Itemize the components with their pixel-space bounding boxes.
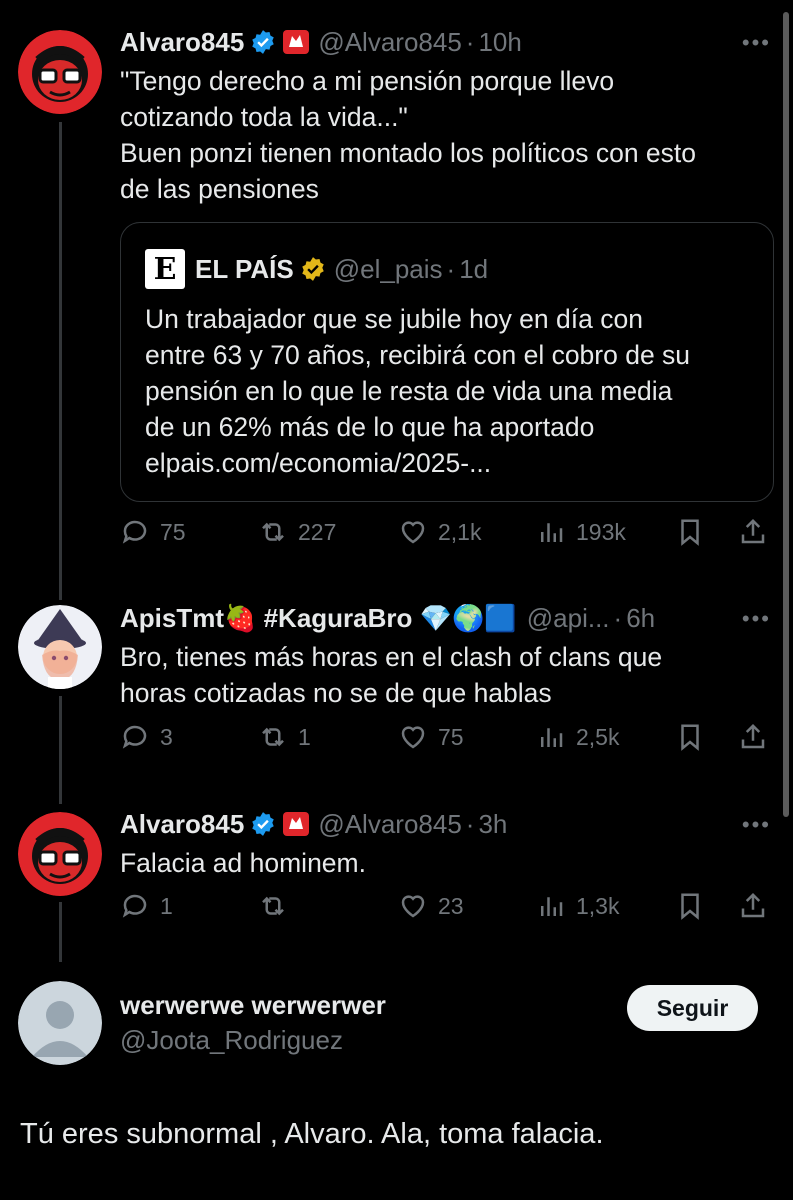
verified-gold-icon xyxy=(302,257,324,281)
author-handle[interactable]: @Alvaro845 xyxy=(318,809,461,840)
reply-text: Tú eres subnormal , Alvaro. Ala, toma fa… xyxy=(20,1118,604,1150)
thread-line xyxy=(59,696,62,804)
share-button[interactable] xyxy=(738,722,768,752)
like-icon xyxy=(401,726,425,749)
repost-icon xyxy=(262,896,284,916)
author-name[interactable]: Alvaro845 xyxy=(120,27,244,58)
post-actions: 1 23 1,3k xyxy=(120,891,775,931)
post-time[interactable]: 6h xyxy=(626,603,655,634)
reply-icon xyxy=(122,520,147,544)
author-handle[interactable]: @Joota_Rodriguez xyxy=(120,1025,343,1056)
repost-button[interactable]: 227 xyxy=(258,517,336,547)
bookmark-button[interactable] xyxy=(675,891,705,921)
verified-blue-icon xyxy=(252,812,275,836)
views-button[interactable]: 193k xyxy=(536,517,626,547)
repost-icon xyxy=(262,522,284,542)
avatar[interactable] xyxy=(18,30,102,114)
post-actions: 3 1 75 2,5k xyxy=(120,722,775,762)
views-button[interactable]: 1,3k xyxy=(536,891,619,921)
views-button[interactable]: 2,5k xyxy=(536,722,619,752)
quote-time: 1d xyxy=(459,253,489,284)
views-icon xyxy=(541,523,563,542)
badge-icon xyxy=(283,812,310,836)
separator: · xyxy=(465,808,475,839)
reply-icon xyxy=(122,894,147,918)
like-button[interactable]: 2,1k xyxy=(398,517,481,547)
reply-button[interactable]: 3 xyxy=(120,722,173,752)
reply-button[interactable]: 1 xyxy=(120,891,173,921)
views-icon xyxy=(541,897,563,916)
views-icon xyxy=(541,728,563,747)
el-pais-logo: E xyxy=(145,249,185,289)
repost-button[interactable] xyxy=(258,891,298,921)
share-icon xyxy=(741,892,765,918)
scrollbar[interactable] xyxy=(783,12,789,817)
share-icon xyxy=(741,723,765,749)
share-button[interactable] xyxy=(738,891,768,921)
author-name[interactable]: werwerwe werwerwer xyxy=(120,990,386,1021)
separator: · xyxy=(613,602,623,633)
thread-line xyxy=(59,122,62,600)
like-button[interactable]: 75 xyxy=(398,722,464,752)
bookmark-button[interactable] xyxy=(675,517,705,547)
bookmark-icon xyxy=(681,893,699,920)
bookmark-icon xyxy=(681,519,699,546)
like-button[interactable]: 23 xyxy=(398,891,464,921)
more-icon[interactable]: ••• xyxy=(742,606,771,632)
quote-author-name: EL PAÍS xyxy=(195,253,294,284)
reply-button[interactable]: 75 xyxy=(120,517,186,547)
post-text: Falacia ad hominem. xyxy=(120,848,366,878)
avatar[interactable] xyxy=(18,812,102,896)
share-button[interactable] xyxy=(738,517,768,547)
post-actions: 75 227 2,1k 193k xyxy=(120,517,775,557)
quoted-post[interactable]: E EL PAÍS @el_pais · 1d Un trabajador qu… xyxy=(120,222,774,502)
verified-blue-icon xyxy=(252,30,275,54)
author-handle[interactable]: @api... xyxy=(527,603,610,634)
like-icon xyxy=(401,521,425,544)
more-icon[interactable]: ••• xyxy=(742,30,771,56)
repost-icon xyxy=(262,727,284,747)
avatar[interactable] xyxy=(18,605,102,689)
follow-button[interactable]: Seguir xyxy=(627,985,758,1031)
separator: · xyxy=(465,26,475,57)
post-text: "Tengo derecho a mi pensión porque llevo… xyxy=(120,66,697,204)
badge-icon xyxy=(283,30,310,54)
more-icon[interactable]: ••• xyxy=(742,812,771,838)
repost-button[interactable]: 1 xyxy=(258,722,311,752)
quote-author-handle: @el_pais xyxy=(333,253,443,284)
quote-text: Un trabajador que se jubile hoy en día c… xyxy=(145,304,691,478)
post-time[interactable]: 3h xyxy=(478,809,507,840)
author-name[interactable]: ApisTmt🍓 #KaguraBro 💎🌍🟦 xyxy=(120,603,517,634)
avatar-default[interactable] xyxy=(18,981,102,1065)
separator: · xyxy=(446,253,456,284)
bookmark-icon xyxy=(681,724,699,751)
reply-icon xyxy=(122,725,147,749)
share-icon xyxy=(741,518,765,544)
post-time[interactable]: 10h xyxy=(478,27,521,58)
author-name[interactable]: Alvaro845 xyxy=(120,809,244,840)
bookmark-button[interactable] xyxy=(675,722,705,752)
like-icon xyxy=(401,895,425,918)
thread-line xyxy=(59,902,62,962)
post-text: Bro, tienes más horas en el clash of cla… xyxy=(120,642,663,708)
author-handle[interactable]: @Alvaro845 xyxy=(318,27,461,58)
